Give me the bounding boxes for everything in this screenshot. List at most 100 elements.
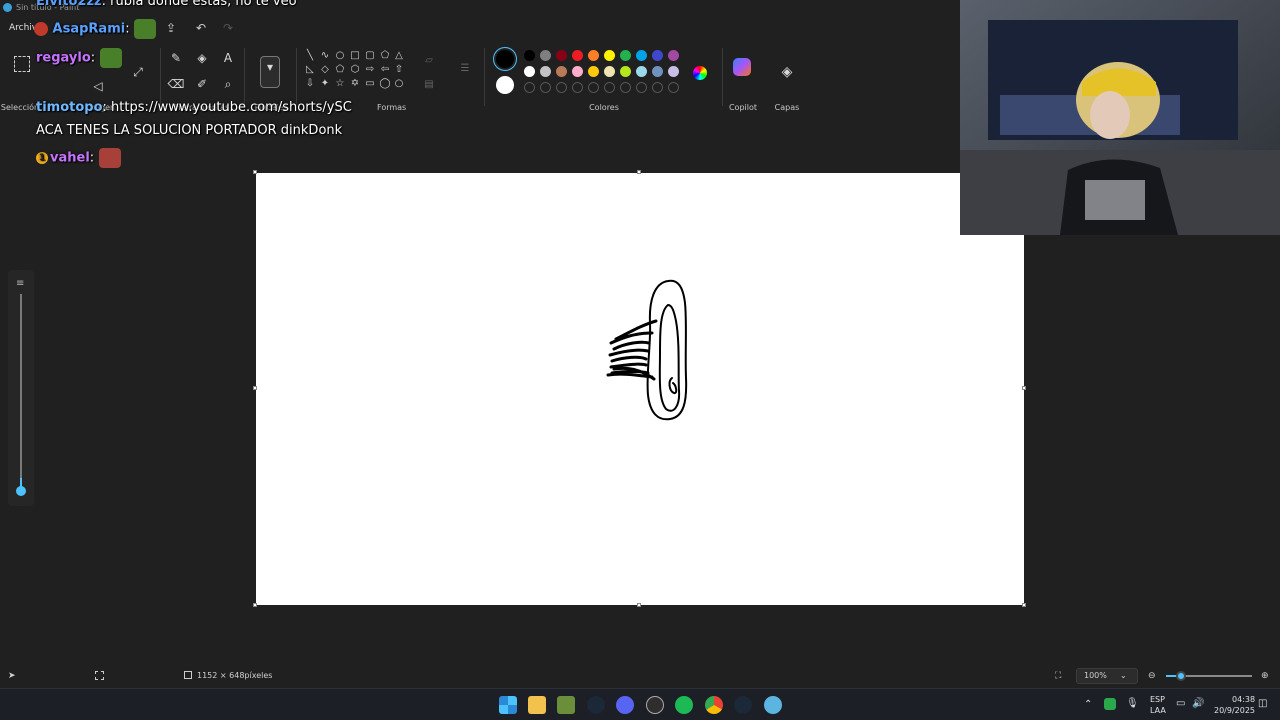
chevron-up-icon[interactable]: ⌃	[1084, 699, 1092, 710]
obs-icon[interactable]	[646, 696, 664, 714]
color-swatch[interactable]	[524, 50, 535, 61]
up-arrow-shape-icon[interactable]: ⇧	[392, 63, 406, 77]
custom-color-slot[interactable]	[668, 82, 679, 93]
resize-handle[interactable]	[637, 603, 641, 607]
fit-to-window-icon[interactable]: ⛶	[1055, 671, 1061, 681]
primary-color-swatch[interactable]	[496, 50, 514, 68]
rectangle-shape-icon[interactable]: □	[348, 49, 362, 63]
clock-time[interactable]: 04:38	[1232, 695, 1255, 704]
custom-color-slot[interactable]	[540, 82, 551, 93]
color-swatch[interactable]	[540, 50, 551, 61]
size-icon[interactable]: ☰	[458, 62, 472, 76]
color-swatch[interactable]	[588, 50, 599, 61]
cloud-callout-shape-icon[interactable]: ○	[392, 77, 406, 91]
color-swatch[interactable]	[588, 66, 599, 77]
fill-style-icon[interactable]: ▤	[422, 78, 436, 92]
custom-color-slot[interactable]	[652, 82, 663, 93]
notification-icon[interactable]: ◫	[1258, 698, 1267, 709]
diamond-shape-icon[interactable]: ◇	[318, 63, 332, 77]
discord-icon[interactable]	[616, 696, 634, 714]
four-point-star-shape-icon[interactable]: ✦	[318, 77, 332, 91]
chrome-icon[interactable]	[705, 696, 723, 714]
oval-shape-icon[interactable]: ○	[333, 49, 347, 63]
right-arrow-shape-icon[interactable]: ⇨	[363, 63, 377, 77]
drawing-canvas[interactable]	[256, 173, 1024, 605]
fill-icon[interactable]: ◈	[192, 48, 212, 68]
color-swatch[interactable]	[636, 66, 647, 77]
right-triangle-shape-icon[interactable]: ◺	[303, 63, 317, 77]
layers-icon[interactable]: ◈	[777, 62, 797, 82]
slider-thumb[interactable]	[16, 486, 26, 496]
color-swatch[interactable]	[652, 50, 663, 61]
color-swatch[interactable]	[556, 50, 567, 61]
keyboard-layout-indicator[interactable]: LAA	[1150, 706, 1166, 715]
custom-color-slot[interactable]	[588, 82, 599, 93]
hexagon-shape-icon[interactable]: ⬡	[348, 63, 362, 77]
curve-shape-icon[interactable]: ∿	[318, 49, 332, 63]
magnifier-icon[interactable]: ⌕	[218, 74, 238, 94]
custom-color-slot[interactable]	[572, 82, 583, 93]
color-swatch[interactable]	[652, 66, 663, 77]
pencil-icon[interactable]: ✎	[166, 48, 186, 68]
line-shape-icon[interactable]: ╲	[303, 49, 317, 63]
redo-icon[interactable]: ↷	[220, 20, 236, 36]
brush-icon[interactable]: ▾	[260, 56, 280, 88]
steam-icon[interactable]	[734, 696, 752, 714]
steam-icon[interactable]	[587, 696, 605, 714]
share-icon[interactable]: ⇪	[163, 20, 179, 36]
zoom-out-icon[interactable]: ⊖	[1148, 671, 1156, 681]
color-swatch[interactable]	[556, 66, 567, 77]
volume-icon[interactable]: 🔊	[1192, 698, 1204, 709]
outline-icon[interactable]: ▱	[422, 54, 436, 68]
minecraft-icon[interactable]	[557, 696, 575, 714]
secondary-color-swatch[interactable]	[496, 76, 514, 94]
selection-tool-icon[interactable]	[14, 56, 30, 72]
zoom-in-icon[interactable]: ⊕	[1261, 671, 1269, 681]
oval-callout-shape-icon[interactable]: ◯	[378, 77, 392, 91]
security-icon[interactable]	[1104, 698, 1116, 710]
resize-handle[interactable]	[253, 386, 257, 390]
color-swatch[interactable]	[604, 66, 615, 77]
pentagon-shape-icon[interactable]: ⬠	[333, 63, 347, 77]
color-swatch[interactable]	[604, 50, 615, 61]
language-indicator[interactable]: ESP	[1150, 695, 1165, 704]
microphone-icon[interactable]: 🎙	[1126, 698, 1139, 709]
callout-shape-icon[interactable]: ▭	[363, 77, 377, 91]
color-swatch[interactable]	[636, 50, 647, 61]
custom-color-slot[interactable]	[604, 82, 615, 93]
clock-date[interactable]: 20/9/2025	[1214, 706, 1255, 715]
color-swatch[interactable]	[620, 66, 631, 77]
rounded-rectangle-shape-icon[interactable]: ▢	[363, 49, 377, 63]
color-swatch[interactable]	[524, 66, 535, 77]
vertical-zoom-slider[interactable]: ≡	[8, 270, 34, 506]
down-arrow-shape-icon[interactable]: ⇩	[303, 77, 317, 91]
resize-icon[interactable]: ⤢	[128, 62, 148, 82]
triangle-shape-icon[interactable]: △	[392, 49, 406, 63]
resize-handle[interactable]	[637, 170, 641, 174]
color-swatch[interactable]	[572, 66, 583, 77]
polygon-shape-icon[interactable]: ⬠	[378, 49, 392, 63]
color-swatch[interactable]	[572, 50, 583, 61]
custom-color-slot[interactable]	[556, 82, 567, 93]
copilot-icon[interactable]	[733, 58, 751, 76]
spotify-icon[interactable]	[675, 696, 693, 714]
custom-color-slot[interactable]	[636, 82, 647, 93]
eraser-icon[interactable]: ⌫	[166, 74, 186, 94]
custom-color-slot[interactable]	[620, 82, 631, 93]
resize-handle[interactable]	[253, 170, 257, 174]
zoom-slider-thumb[interactable]	[1176, 671, 1186, 681]
resize-handle[interactable]	[1022, 386, 1026, 390]
resize-handle[interactable]	[1022, 603, 1026, 607]
color-swatch[interactable]	[668, 50, 679, 61]
rotate-icon[interactable]: ◁	[88, 76, 108, 96]
color-swatch[interactable]	[540, 66, 551, 77]
network-icon[interactable]: ▭	[1176, 698, 1185, 709]
file-explorer-icon[interactable]	[528, 696, 546, 714]
color-picker-icon[interactable]: ✐	[192, 74, 212, 94]
text-icon[interactable]: A	[218, 48, 238, 68]
undo-icon[interactable]: ↶	[193, 20, 209, 36]
left-arrow-shape-icon[interactable]: ⇦	[378, 63, 392, 77]
color-swatch[interactable]	[620, 50, 631, 61]
edit-colors-icon[interactable]	[693, 66, 707, 80]
custom-color-slot[interactable]	[524, 82, 535, 93]
